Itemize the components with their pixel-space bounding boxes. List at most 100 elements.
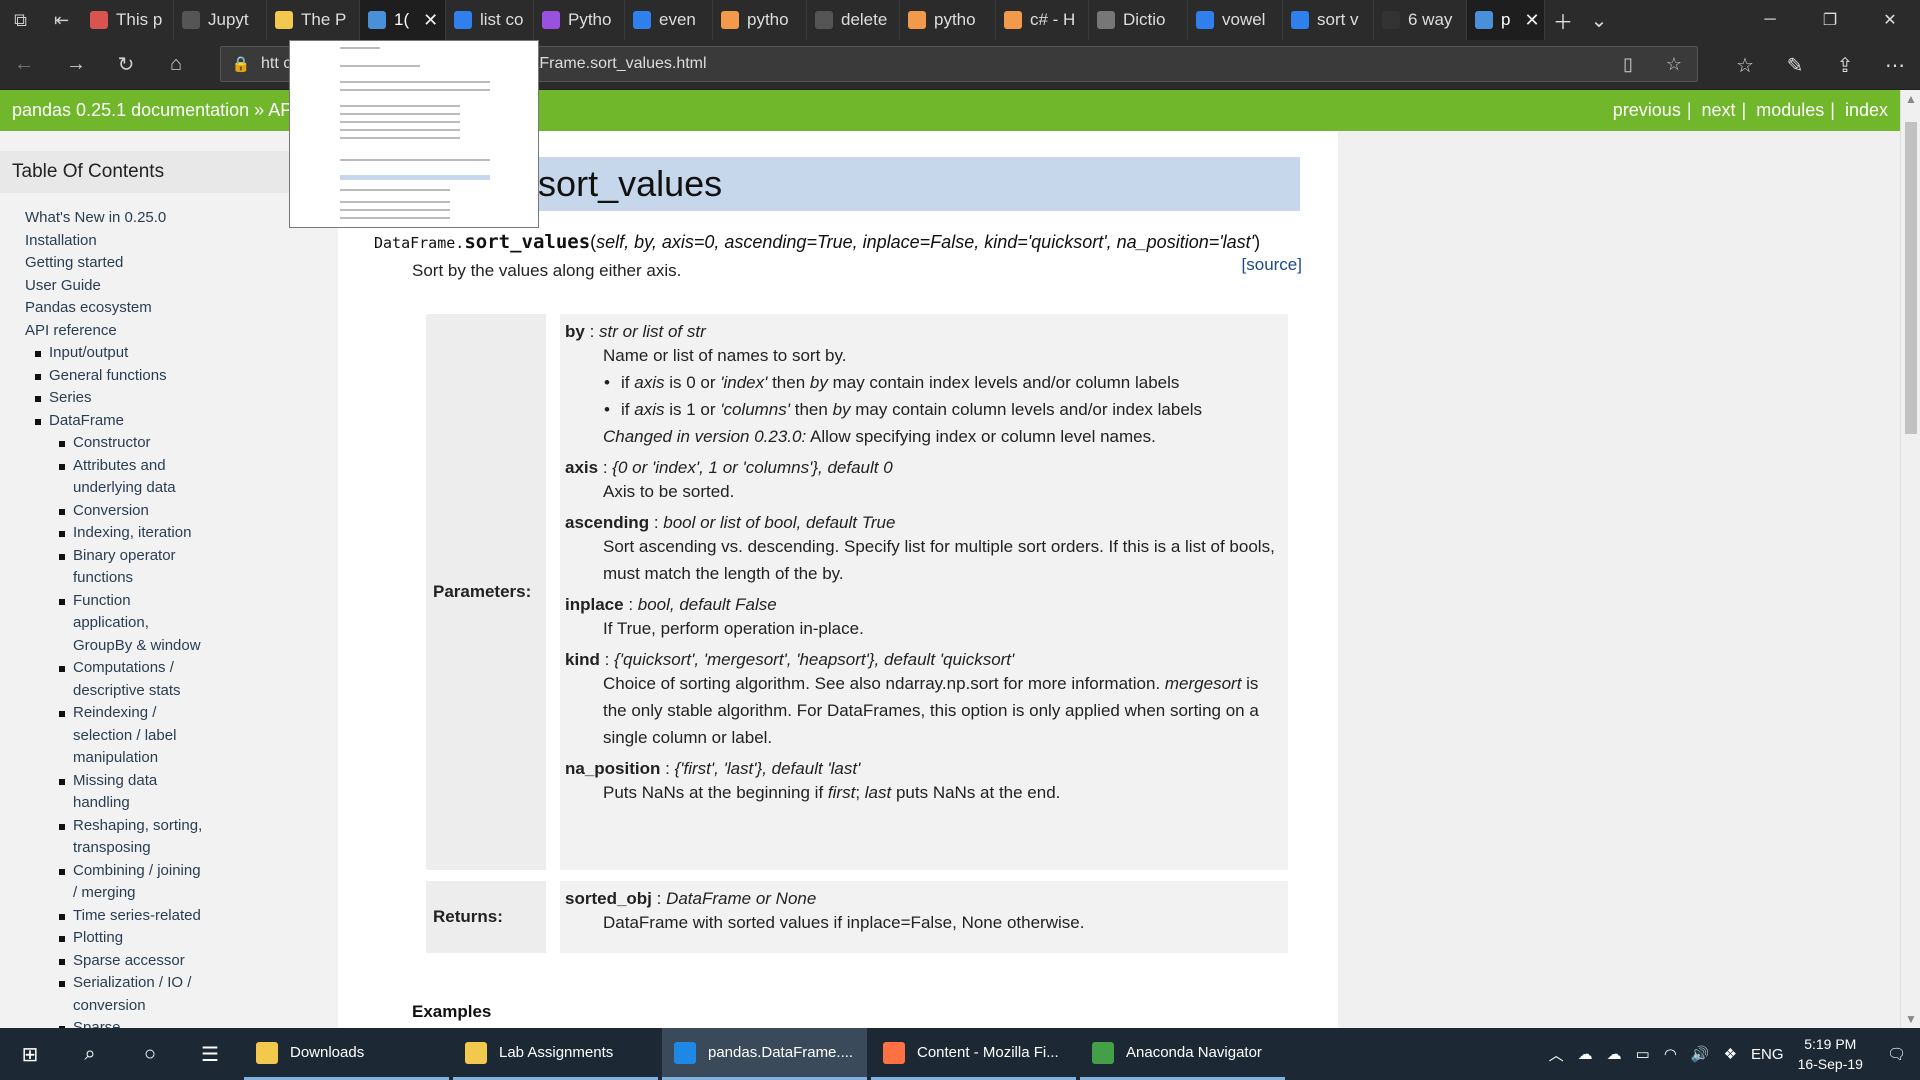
- toc-dataframe-item[interactable]: Reindexing / selection / label manipulat…: [59, 702, 338, 770]
- toc-dataframe-item[interactable]: Function application, GroupBy & window: [59, 590, 338, 658]
- toc-dataframe-item[interactable]: Indexing, iteration: [59, 522, 338, 545]
- browser-tab[interactable]: Pytho: [534, 0, 625, 40]
- taskbar: ⊞ ⌕ ○ ☰ Downloads Lab Assignments pandas.D…: [0, 1028, 1920, 1080]
- toc-item[interactable]: Getting started: [25, 252, 338, 275]
- tab-preview-thumbnail[interactable]: [289, 40, 539, 228]
- toc-dataframe-item[interactable]: Constructor: [59, 432, 338, 455]
- browser-tab[interactable]: even: [625, 0, 713, 40]
- toc-dataframe-item[interactable]: Attributes and underlying data: [59, 455, 338, 500]
- set-aside-tabs-icon[interactable]: ⇤: [41, 0, 82, 40]
- tab-list-chevron-down-icon[interactable]: ⌄: [1581, 8, 1617, 33]
- show-hidden-icons-icon[interactable]: ︿: [1549, 1044, 1564, 1065]
- taskbar-app[interactable]: Anaconda Navigator: [1080, 1028, 1285, 1080]
- favorite-star-icon[interactable]: ☆: [1651, 54, 1697, 75]
- onedrive-icon[interactable]: ☁: [1578, 1045, 1593, 1063]
- windows-start-icon[interactable]: ⊞: [0, 1028, 60, 1080]
- volume-icon[interactable]: 🔊: [1691, 1045, 1710, 1063]
- task-view-icon[interactable]: ☰: [180, 1028, 240, 1080]
- taskbar-app[interactable]: Content - Mozilla Fi...: [871, 1028, 1076, 1080]
- forward-button[interactable]: →: [54, 43, 98, 87]
- clock[interactable]: 5:19 PM 16-Sep-19: [1798, 1034, 1863, 1074]
- notifications-icon[interactable]: 🗨: [1887, 1045, 1906, 1063]
- param-name: inplace: [565, 595, 624, 614]
- wifi-icon[interactable]: ◠: [1664, 1045, 1677, 1063]
- minimize-button[interactable]: ─: [1740, 0, 1800, 40]
- browser-tab[interactable]: Jupyt: [174, 0, 267, 40]
- scroll-down-icon[interactable]: ▼: [1901, 1012, 1920, 1026]
- app-icon: [674, 1041, 696, 1064]
- source-link[interactable]: [source]: [1242, 255, 1302, 275]
- browser-tab[interactable]: p ✕: [1467, 0, 1545, 40]
- toc-api-item[interactable]: DataFrame Constructor Attributes and under…: [35, 410, 338, 1028]
- param-sep: :: [623, 595, 638, 614]
- tab-close-icon[interactable]: ✕: [1524, 10, 1539, 31]
- bullet-text: axis: [634, 373, 665, 392]
- toc-dataframe-item[interactable]: Sparse accessor: [59, 950, 338, 973]
- param-type: str or list of str: [599, 322, 706, 341]
- search-icon[interactable]: ⌕: [60, 1028, 120, 1080]
- language-indicator[interactable]: ENG: [1751, 1046, 1784, 1063]
- dropbox-icon[interactable]: ❖: [1724, 1045, 1737, 1063]
- browser-tab[interactable]: pytho: [713, 0, 807, 40]
- toc-api-item[interactable]: Input/output: [35, 342, 338, 365]
- toc-api-item[interactable]: Series: [35, 387, 338, 410]
- browser-tab[interactable]: This p: [82, 0, 174, 40]
- more-icon[interactable]: ⋯: [1870, 40, 1920, 90]
- toc-dataframe-item[interactable]: Reshaping, sorting, transposing: [59, 815, 338, 860]
- pen-icon[interactable]: ✎: [1770, 40, 1820, 90]
- browser-tab[interactable]: c# - H: [996, 0, 1089, 40]
- relbar-link-previous[interactable]: previous: [1613, 100, 1681, 120]
- toc-dataframe-item[interactable]: Sparse: [59, 1017, 338, 1028]
- tab-actions-icon[interactable]: ⧉: [0, 0, 41, 40]
- relbar-link-index[interactable]: index: [1845, 100, 1888, 120]
- tab-favicon-icon: [815, 11, 833, 29]
- toc-dataframe-item[interactable]: Time series-related: [59, 905, 338, 928]
- browser-tab[interactable]: 6 way: [1374, 0, 1467, 40]
- app-label: Downloads: [290, 1044, 365, 1061]
- toc-dataframe-item[interactable]: Serialization / IO / conversion: [59, 972, 338, 1017]
- browser-tab[interactable]: list co: [446, 0, 534, 40]
- changed-version: Changed in version 0.23.0:: [603, 427, 807, 446]
- back-button[interactable]: ←: [2, 43, 46, 87]
- share-icon[interactable]: ⇪: [1820, 40, 1870, 90]
- cloud-icon[interactable]: ☁: [1607, 1045, 1622, 1063]
- toc-dataframe-item[interactable]: Plotting: [59, 927, 338, 950]
- tab-close-icon[interactable]: ✕: [423, 10, 438, 31]
- relbar-link-next[interactable]: next: [1702, 100, 1736, 120]
- toc-dataframe-item[interactable]: Computations / descriptive stats: [59, 657, 338, 702]
- favorites-icon[interactable]: ☆: [1720, 40, 1770, 90]
- close-window-button[interactable]: ✕: [1860, 0, 1920, 40]
- scrollbar-thumb[interactable]: [1905, 122, 1917, 434]
- toc-dataframe-item[interactable]: Binary operator functions: [59, 545, 338, 590]
- toc-item[interactable]: Installation: [25, 230, 338, 253]
- browser-tab[interactable]: The P: [267, 0, 360, 40]
- toc-dataframe-item[interactable]: Missing data handling: [59, 770, 338, 815]
- refresh-button[interactable]: ↻: [104, 43, 148, 87]
- reading-view-icon[interactable]: ▯: [1605, 54, 1651, 75]
- relbar-link-modules[interactable]: modules: [1756, 100, 1824, 120]
- tab-label: The P: [301, 10, 347, 29]
- taskbar-app[interactable]: pandas.DataFrame....: [662, 1028, 867, 1080]
- browser-tab[interactable]: sort v: [1283, 0, 1374, 40]
- restore-button[interactable]: ❐: [1800, 0, 1860, 40]
- toc-item[interactable]: User Guide: [25, 275, 338, 298]
- toc-dataframe-item[interactable]: Conversion: [59, 500, 338, 523]
- new-tab-button[interactable]: ＋: [1545, 6, 1581, 35]
- browser-tab[interactable]: Dictio: [1089, 0, 1188, 40]
- home-button[interactable]: ⌂: [154, 43, 198, 87]
- taskbar-app[interactable]: Downloads: [244, 1028, 449, 1080]
- toc-item[interactable]: API reference: [25, 320, 338, 343]
- toc-dataframe-item[interactable]: Combining / joining / merging: [59, 860, 338, 905]
- toc-item[interactable]: Pandas ecosystem: [25, 297, 338, 320]
- taskbar-app[interactable]: Lab Assignments: [453, 1028, 658, 1080]
- page-scrollbar[interactable]: ▲ ▼: [1900, 90, 1920, 1028]
- battery-icon[interactable]: ▭: [1636, 1045, 1650, 1063]
- scroll-up-icon[interactable]: ▲: [1901, 92, 1920, 106]
- browser-tab[interactable]: delete: [807, 0, 900, 40]
- param-bullet: if axis is 1 or 'columns' then by may co…: [603, 396, 1283, 423]
- browser-tab[interactable]: pytho: [900, 0, 996, 40]
- browser-tab[interactable]: vowel: [1188, 0, 1283, 40]
- toc-api-item[interactable]: General functions: [35, 365, 338, 388]
- browser-tab[interactable]: 1(✕: [360, 0, 446, 40]
- cortana-icon[interactable]: ○: [120, 1028, 180, 1080]
